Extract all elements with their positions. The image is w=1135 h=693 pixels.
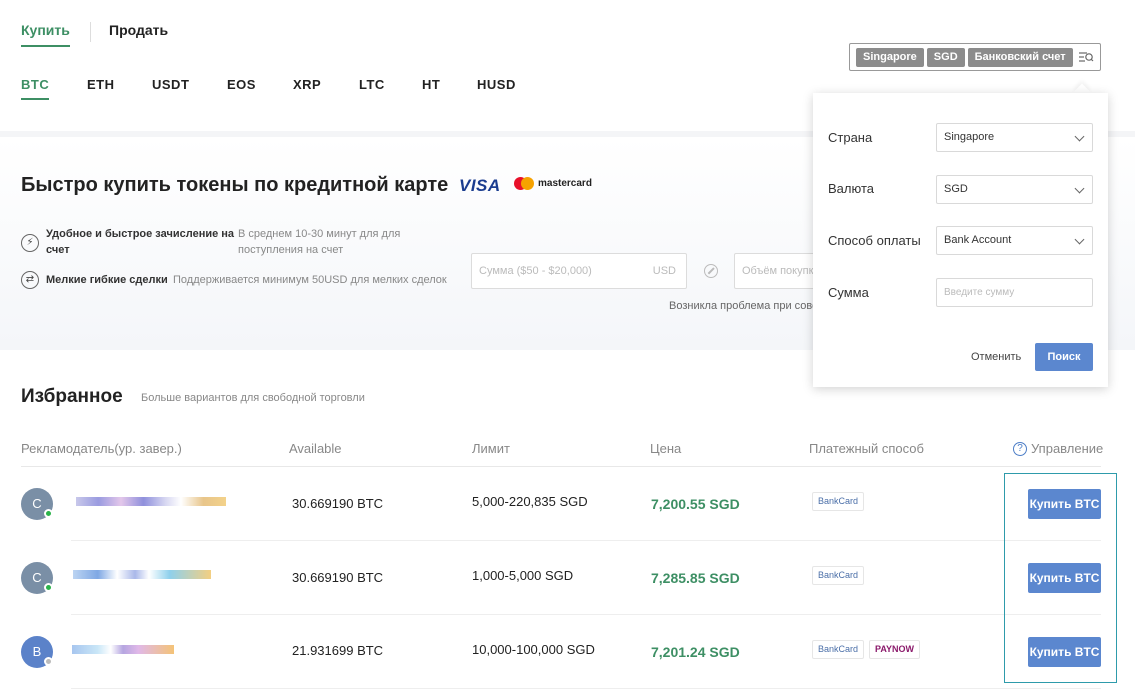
card-amount-unit: USD [652,265,676,277]
feature-small-title: Мелкие гибкие сделки [46,274,168,286]
filter-bar[interactable]: Singapore SGD Банковский счет [849,43,1101,71]
advertiser-name[interactable] [73,570,211,579]
chevron-down-icon [1074,183,1085,194]
p2p-trading-page: Купить Продать BTC ETH USDT EOS XRP LTC … [0,0,1135,693]
offline-status-dot [44,657,53,666]
visa-logo: VISA [459,176,501,195]
advertiser-name[interactable] [72,645,174,654]
currency-select[interactable]: SGD [936,175,1093,204]
coin-tab-ltc[interactable]: LTC [359,77,385,92]
cancel-button[interactable]: Отменить [971,351,1021,363]
payment-badge-bankcard: BankCard [812,492,865,511]
chevron-down-icon [1074,131,1085,142]
price: 7,285.85 SGD [651,570,740,586]
favorites-title: Избранное [21,386,123,407]
swap-icon [704,264,718,278]
favorites-subtitle: Больше вариантов для свободной торговли [141,392,365,404]
header-action: Управление [1031,441,1104,456]
avatar-initial: C [32,570,42,585]
row-divider [71,614,1101,615]
row-divider [71,540,1101,541]
coin-tab-eth[interactable]: ETH [87,77,115,92]
payment-method-select[interactable]: Bank Account [936,226,1093,255]
feature-small-note: Поддерживается минимум 50USD для мелких … [173,274,447,286]
card-volume-placeholder: Объём покупк [742,265,814,277]
country-label: Страна [828,130,873,145]
amount-placeholder: Введите сумму [944,287,1015,298]
action-column-highlight [1004,473,1117,683]
mastercard-yellow-circle [521,177,534,190]
limit-range: 1,000-5,000 SGD [472,568,574,583]
advertiser-name[interactable] [76,497,226,506]
search-button[interactable]: Поиск [1035,343,1093,371]
hero-problem-text: Возникла проблема при сове [669,300,819,312]
card-amount-input[interactable]: Сумма ($50 - $20,000) USD [471,253,687,289]
payment-method-value: Bank Account [944,234,1012,246]
payment-badge-paynow: PAYNOW [869,640,921,659]
payment-badge-bankcard: BankCard [812,566,865,585]
tab-divider [90,22,91,42]
filter-chip-payment[interactable]: Банковский счет [967,47,1073,67]
avatar-initial: B [32,644,42,659]
tab-buy[interactable]: Купить [21,22,70,47]
coin-tab-eos[interactable]: EOS [227,77,256,92]
available-amount: 30.669190 BTC [292,496,384,511]
avatar-initial: C [32,496,42,511]
payment-badge-bankcard: BankCard [812,640,865,659]
row-divider [71,688,1101,689]
header-available: Available [289,441,342,456]
header-limit: Лимит [472,441,510,456]
limit-range: 10,000-100,000 SGD [472,642,595,657]
feature-fast-title: Удобное и быстрое зачисление на счет [46,228,235,256]
lightning-icon: ⚡ [21,234,39,252]
online-status-dot [44,509,53,518]
country-value: Singapore [944,131,995,143]
header-advertiser: Рекламодатель(ур. завер.) [21,441,182,456]
header-payment: Платежный способ [809,441,924,456]
header-price: Цена [650,441,682,456]
filter-chip-country[interactable]: Singapore [856,47,924,67]
coin-tab-xrp[interactable]: XRP [293,77,321,92]
filter-chip-currency[interactable]: SGD [926,47,965,67]
coin-tab-usdt[interactable]: USDT [152,77,189,92]
price: 7,200.55 SGD [651,496,740,512]
mastercard-logo: mastercard [514,177,592,190]
tab-sell[interactable]: Продать [109,22,168,38]
country-select[interactable]: Singapore [936,123,1093,152]
amount-label: Сумма [828,285,869,300]
chevron-down-icon [1074,234,1085,245]
flexible-deals-icon: ⇄ [21,271,39,289]
currency-value: SGD [944,183,968,195]
help-icon[interactable]: ? [1013,442,1027,456]
feature-fast-note: В среднем 10-30 минут для для поступлени… [238,228,401,256]
coin-tab-husd[interactable]: HUSD [477,77,516,92]
card-volume-input[interactable]: Объём покупк [734,253,824,289]
hero-title: Быстро купить токены по кредитной карте [21,174,449,196]
coin-tab-btc[interactable]: BTC [21,77,50,100]
table-header-divider [21,466,1101,467]
mastercard-text: mastercard [538,178,592,189]
card-amount-placeholder: Сумма ($50 - $20,000) [479,265,592,277]
available-amount: 21.931699 BTC [292,643,384,658]
payment-method-label: Способ оплаты [828,233,921,248]
limit-range: 5,000-220,835 SGD [472,494,588,509]
amount-input[interactable]: Введите сумму [936,278,1093,307]
filter-search-icon[interactable] [1078,49,1094,65]
coin-tab-ht[interactable]: HT [422,77,440,92]
available-amount: 30.669190 BTC [292,570,384,585]
price: 7,201.24 SGD [651,644,740,660]
online-status-dot [44,583,53,592]
currency-label: Валюта [828,181,874,196]
